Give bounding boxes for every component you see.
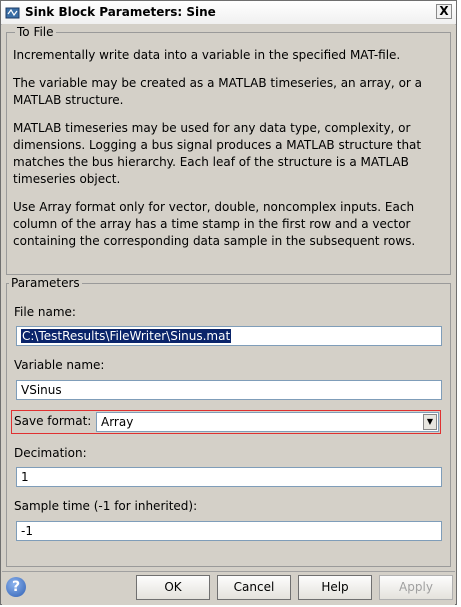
simulink-block-icon <box>5 7 20 19</box>
file-name-input[interactable]: C:\TestResults\FileWriter\Sinus.mat <box>16 326 442 346</box>
variable-name-value: VSinus <box>21 383 62 397</box>
window-title: Sink Block Parameters: Sine <box>25 5 216 19</box>
help-button[interactable]: Help <box>298 575 372 600</box>
dialog-window: Sink Block Parameters: Sine X To File In… <box>0 0 457 605</box>
description-paragraph: Incrementally write data into a variable… <box>13 48 401 62</box>
variable-name-label: Variable name: <box>14 358 105 372</box>
block-description: Incrementally write data into a variable… <box>13 47 441 261</box>
to-file-group-label: To File <box>15 25 56 39</box>
close-button[interactable]: X <box>436 4 452 19</box>
parameters-group: Parameters File name: C:\TestResults\Fil… <box>6 276 451 567</box>
chevron-down-icon[interactable]: ▼ <box>423 414 437 430</box>
save-format-value: Array <box>101 415 134 429</box>
apply-button[interactable]: Apply <box>379 575 453 600</box>
close-icon: X <box>439 4 449 18</box>
save-format-dropdown[interactable]: Array ▼ <box>96 412 439 432</box>
parameters-group-label: Parameters <box>9 276 82 290</box>
cancel-button[interactable]: Cancel <box>217 575 291 600</box>
save-format-label: Save format: <box>14 414 92 428</box>
decimation-value: 1 <box>21 470 29 484</box>
variable-name-input[interactable]: VSinus <box>16 380 442 400</box>
button-bar: ? OK Cancel Help Apply <box>2 571 455 605</box>
sample-time-value: -1 <box>21 524 33 538</box>
decimation-label: Decimation: <box>14 446 87 460</box>
description-paragraph: The variable may be created as a MATLAB … <box>13 76 423 107</box>
to-file-group: To File Incrementally write data into a … <box>6 25 451 275</box>
dialog-body: To File Incrementally write data into a … <box>2 24 455 571</box>
description-paragraph: MATLAB timeseries may be used for any da… <box>13 121 422 186</box>
description-paragraph: Use Array format only for vector, double… <box>13 200 416 248</box>
file-name-value: C:\TestResults\FileWriter\Sinus.mat <box>21 329 232 343</box>
sample-time-label: Sample time (-1 for inherited): <box>14 499 198 513</box>
decimation-input[interactable]: 1 <box>16 467 442 487</box>
file-name-label: File name: <box>14 305 76 319</box>
help-question-icon[interactable]: ? <box>6 577 26 597</box>
sample-time-input[interactable]: -1 <box>16 521 442 541</box>
ok-button[interactable]: OK <box>136 575 210 600</box>
title-bar[interactable]: Sink Block Parameters: Sine X <box>1 1 456 25</box>
save-format-row: Save format: Array ▼ <box>11 410 441 434</box>
